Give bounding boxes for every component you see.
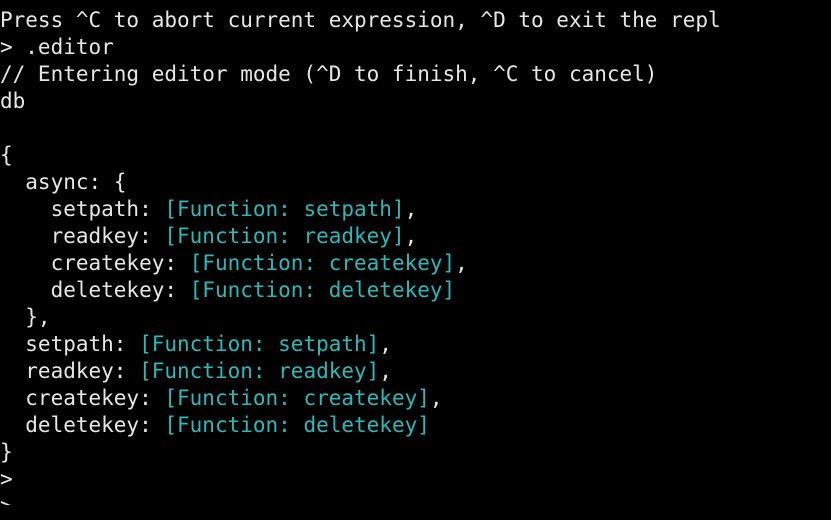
property-key: setpath: [0,197,165,221]
output-async-deletekey-line: deletekey: [Function: deletekey] [0,277,831,304]
terminal-window[interactable]: Press ^C to abort current expression, ^D… [0,0,831,520]
prompt-line[interactable]: > [0,466,831,493]
function-value: [Function: readkey] [164,224,405,248]
property-key: createkey: [0,386,165,410]
output-async-createkey-line: createkey: [Function: createkey], [0,250,831,277]
output-createkey-line: createkey: [Function: createkey], [0,385,831,412]
output-readkey-line: readkey: [Function: readkey], [0,358,831,385]
output-deletekey-line: deletekey: [Function: deletekey] [0,412,831,439]
separator: , [404,197,418,221]
separator: , [404,224,418,248]
property-key: readkey: [0,359,140,383]
editor-hint-line: // Entering editor mode (^D to finish, ^… [0,62,658,86]
property-key: deletekey: [0,278,190,302]
separator: , [379,359,392,383]
input-db-line: db [0,89,26,113]
function-value: [Function: createkey] [164,386,430,410]
output-async-close: }, [0,305,51,329]
editor-command-line: > .editor [0,35,114,59]
property-key: setpath: [0,332,140,356]
function-value: [Function: deletekey] [189,278,456,302]
function-value: [Function: createkey] [189,251,456,275]
repl-banner-line: Press ^C to abort current expression, ^D… [0,8,721,32]
function-value: [Function: setpath] [164,197,405,221]
separator: , [455,251,468,275]
output-async-setpath-line: setpath: [Function: setpath], [0,196,831,223]
function-value: [Function: setpath] [139,332,380,356]
property-key: deletekey: [0,413,165,437]
property-key: readkey: [0,224,165,248]
output-async-key: async: { [0,170,127,194]
property-key: createkey: [0,251,190,275]
function-value: [Function: readkey] [139,359,380,383]
separator: , [379,332,392,356]
output-close-brace: } [0,440,13,464]
separator: , [429,386,443,410]
output-async-readkey-line: readkey: [Function: readkey], [0,223,831,250]
output-open-brace: { [0,143,13,167]
function-value: [Function: deletekey] [164,413,430,437]
output-setpath-line: setpath: [Function: setpath], [0,331,831,358]
prompt-line-active[interactable]: > [0,493,831,505]
